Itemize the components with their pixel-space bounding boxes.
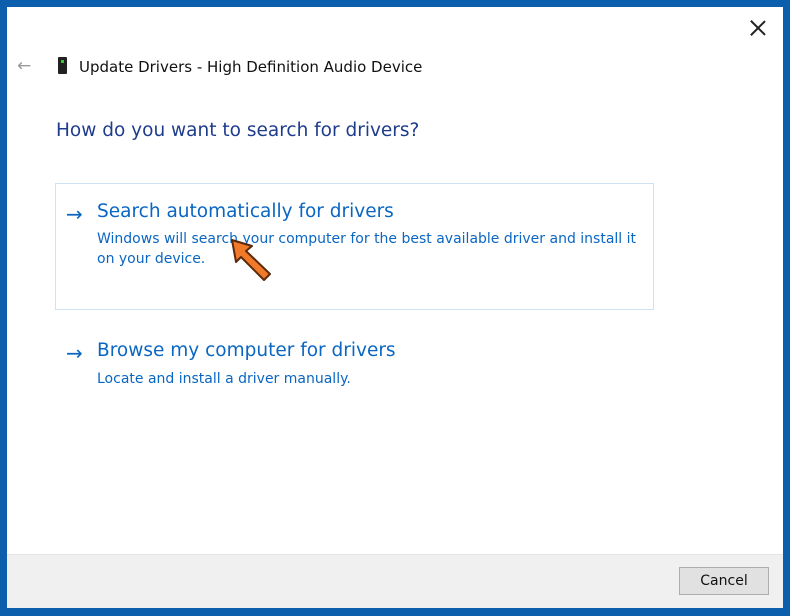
device-icon: [58, 57, 67, 74]
browse-computer-option[interactable]: → Browse my computer for drivers Locate …: [55, 331, 654, 403]
option-title: Browse my computer for drivers: [97, 340, 396, 361]
close-button[interactable]: [747, 17, 769, 39]
pointer-arrow-icon: [231, 239, 271, 281]
option-title: Search automatically for drivers: [97, 201, 394, 222]
cancel-button[interactable]: Cancel: [679, 567, 769, 595]
option-description: Locate and install a driver manually.: [97, 371, 351, 387]
arrow-right-icon: →: [66, 341, 83, 365]
update-drivers-dialog: ← Update Drivers - High Definition Audio…: [7, 7, 783, 608]
search-automatically-option[interactable]: → Search automatically for drivers Windo…: [55, 183, 654, 310]
dialog-footer: Cancel: [7, 554, 783, 608]
page-heading: How do you want to search for drivers?: [56, 120, 420, 141]
option-description: Windows will search your computer for th…: [97, 231, 637, 267]
arrow-right-icon: →: [66, 202, 83, 226]
back-arrow-icon[interactable]: ←: [17, 56, 31, 76]
window-title: Update Drivers - High Definition Audio D…: [79, 58, 423, 76]
